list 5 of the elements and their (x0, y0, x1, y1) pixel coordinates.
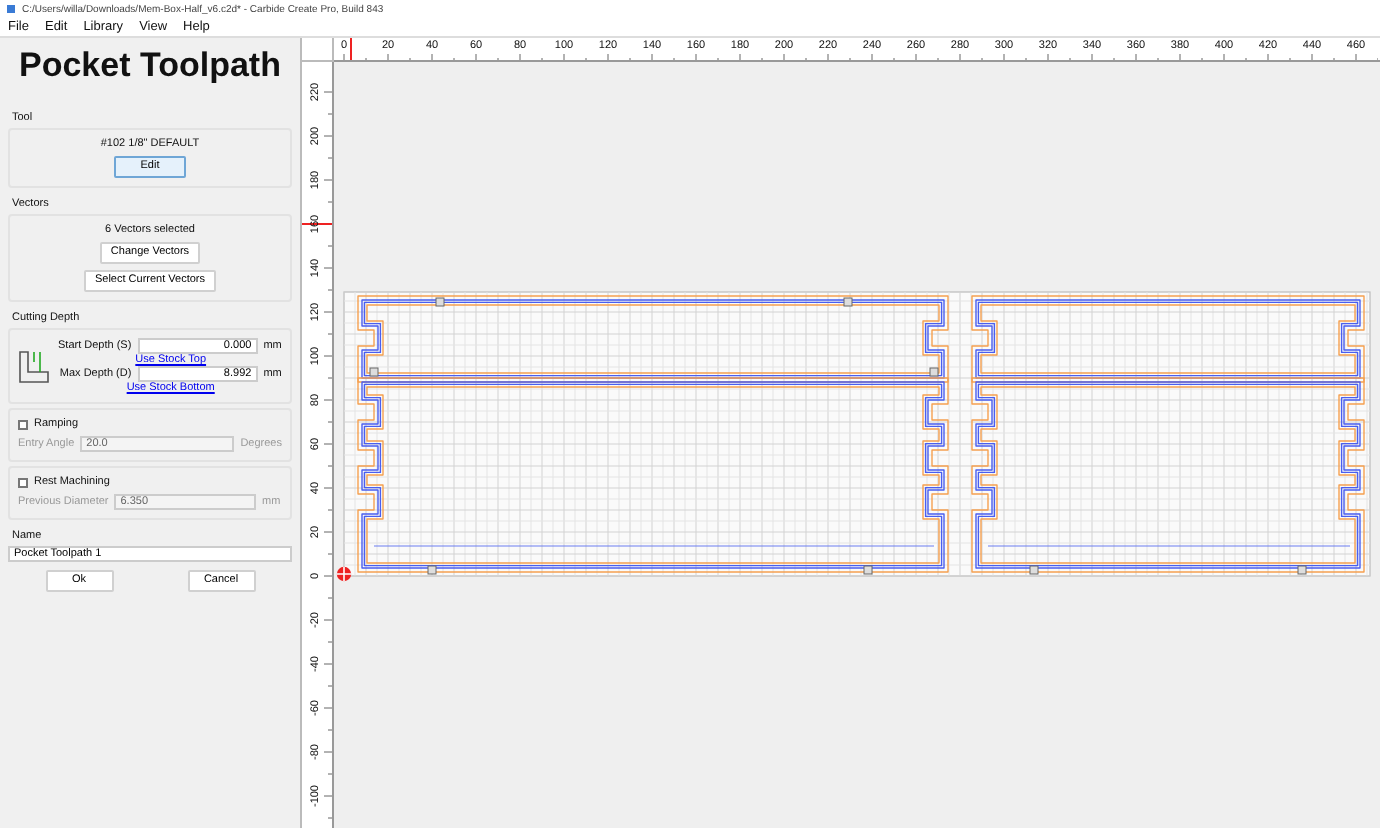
depth-diagram-icon (18, 348, 50, 384)
panel-title: Pocket Toolpath (17, 46, 283, 86)
cursor-marker (302, 223, 332, 225)
cursor-marker (350, 38, 352, 60)
app-icon (6, 4, 16, 14)
